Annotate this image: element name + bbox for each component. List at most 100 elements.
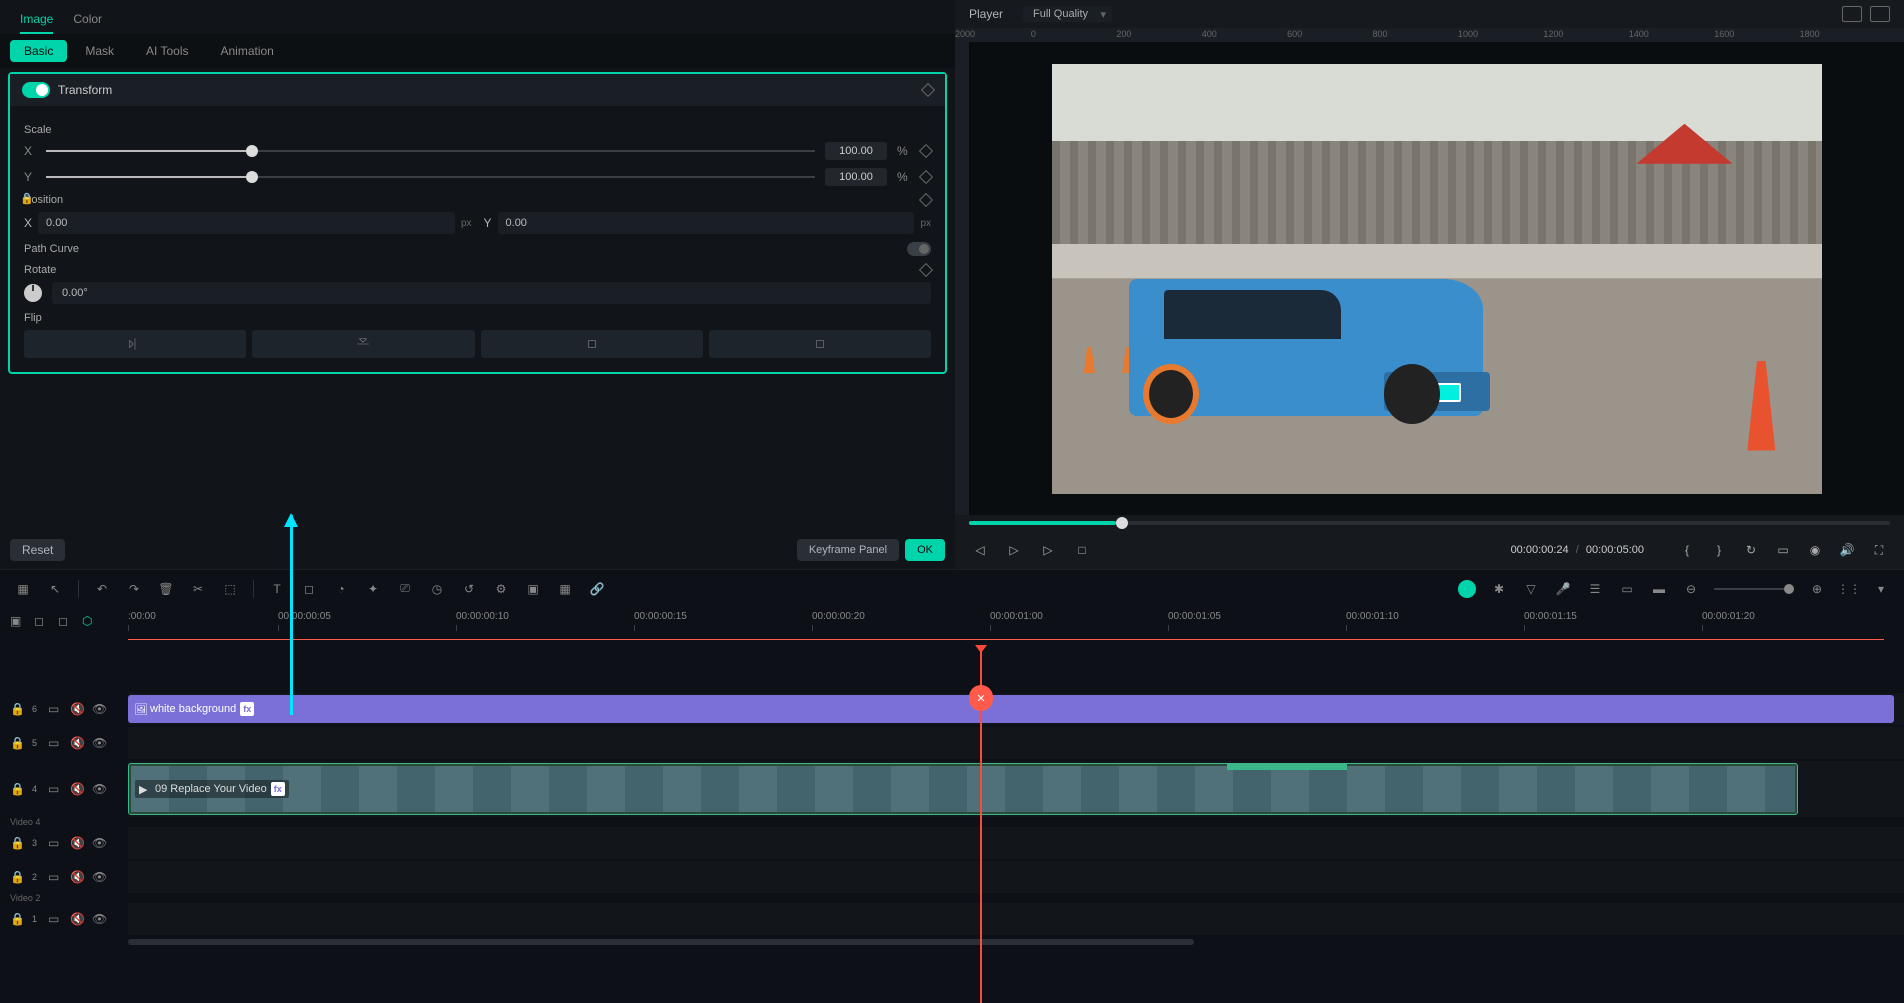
timeline-scrollbar[interactable]	[128, 937, 1904, 947]
subtab-mask[interactable]: Mask	[71, 40, 128, 62]
track-icon[interactable]: ▬	[1650, 580, 1668, 598]
adjust-icon[interactable]: ⎚	[396, 580, 414, 598]
view-options-icon[interactable]: ⋮⋮	[1840, 580, 1858, 598]
scale-x-value[interactable]: 100.00	[825, 142, 887, 160]
quality-select[interactable]: Full Quality	[1023, 6, 1112, 22]
track-settings-icon[interactable]: ▭	[48, 870, 62, 884]
track-lock-icon[interactable]: 🔒	[10, 836, 24, 850]
select-tool-icon[interactable]: ▦	[14, 580, 32, 598]
track-settings-icon[interactable]: ▭	[48, 782, 62, 796]
gear-icon[interactable]: ✱	[1490, 580, 1508, 598]
group-icon[interactable]: ▣	[524, 580, 542, 598]
scale-y-keyframe-icon[interactable]	[919, 170, 933, 184]
time-ruler[interactable]: :00:00 00:00:00:05 00:00:00:10 00:00:00:…	[128, 607, 1904, 635]
record-icon[interactable]	[1458, 580, 1476, 598]
track-visible-icon[interactable]: 👁	[92, 912, 106, 926]
scale-x-slider[interactable]	[46, 150, 815, 152]
pos-y-input[interactable]	[498, 212, 915, 234]
crop-button[interactable]: ⬚	[221, 580, 239, 598]
keyframe-icon[interactable]	[921, 83, 935, 97]
display-button[interactable]: ▭	[1772, 539, 1794, 561]
magnet-icon[interactable]: ⬡	[82, 614, 96, 628]
text-tool-icon[interactable]: T	[268, 580, 286, 598]
clip-replace-video[interactable]: ▶ 09 Replace Your Video fx	[128, 763, 1798, 815]
scale-x-keyframe-icon[interactable]	[919, 144, 933, 158]
subtab-basic[interactable]: Basic	[10, 40, 67, 62]
crop-tool-icon[interactable]: ◻	[300, 580, 318, 598]
track-lock-icon[interactable]: 🔒	[10, 736, 24, 750]
playhead[interactable]: ✕	[980, 645, 982, 1003]
track-lock-icon[interactable]: 🔒	[10, 702, 24, 716]
rotate-cw-button[interactable]	[481, 330, 703, 358]
track-settings-icon[interactable]: ▭	[48, 836, 62, 850]
marker-icon[interactable]: ▭	[1618, 580, 1636, 598]
reverse-icon[interactable]: ↺	[460, 580, 478, 598]
track-visible-icon[interactable]: 👁	[92, 836, 106, 850]
chevron-down-icon[interactable]: ▾	[1872, 580, 1890, 598]
clip-white-background[interactable]: 🖼 white background fx	[128, 695, 1894, 723]
redo-button[interactable]: ↷	[125, 580, 143, 598]
zoom-out-button[interactable]: ⊖	[1682, 580, 1700, 598]
mask-tool-icon[interactable]: ◔	[332, 580, 350, 598]
track-visible-icon[interactable]: 👁	[92, 870, 106, 884]
lock-icon[interactable]: 🔒	[20, 192, 34, 205]
mark-out-button[interactable]: }	[1708, 539, 1730, 561]
rotate-input[interactable]	[52, 282, 931, 304]
scale-y-slider[interactable]	[46, 176, 815, 178]
flip-horizontal-button[interactable]	[24, 330, 246, 358]
pos-x-input[interactable]	[38, 212, 455, 234]
flip-vertical-button[interactable]	[252, 330, 474, 358]
preview-viewport[interactable]	[969, 42, 1904, 515]
track-mute-icon[interactable]: 🔇	[70, 912, 84, 926]
cut-button[interactable]: ✂	[189, 580, 207, 598]
link-icon[interactable]: 🔗	[588, 580, 606, 598]
settings-icon[interactable]: ⚙	[492, 580, 510, 598]
track-mute-icon[interactable]: 🔇	[70, 782, 84, 796]
position-keyframe-icon[interactable]	[919, 193, 933, 207]
track-lock-icon[interactable]: 🔒	[10, 870, 24, 884]
track-settings-icon[interactable]: ▭	[48, 912, 62, 926]
track-lock-icon[interactable]: 🔒	[10, 912, 24, 926]
track-settings-icon[interactable]: ▭	[48, 702, 62, 716]
undo-button[interactable]: ↶	[93, 580, 111, 598]
effects-icon[interactable]: ✦	[364, 580, 382, 598]
delete-button[interactable]: 🗑	[157, 580, 175, 598]
playhead-marker[interactable]: ✕	[969, 685, 993, 711]
track-settings-icon[interactable]: ▭	[48, 736, 62, 750]
rotate-knob[interactable]	[24, 284, 42, 302]
expand-tracks-icon[interactable]: ▣	[10, 614, 24, 628]
scale-y-value[interactable]: 100.00	[825, 168, 887, 186]
pointer-tool-icon[interactable]: ↖	[46, 580, 64, 598]
stop-button[interactable]: □	[1071, 539, 1093, 561]
loop-button[interactable]: ↻	[1740, 539, 1762, 561]
grid-icon[interactable]	[1842, 6, 1862, 22]
list-icon[interactable]: ☰	[1586, 580, 1604, 598]
next-frame-button[interactable]: ▷	[1037, 539, 1059, 561]
ok-button[interactable]: OK	[905, 539, 945, 561]
track-lock-icon[interactable]: 🔒	[10, 782, 24, 796]
path-curve-toggle[interactable]	[907, 242, 931, 256]
mic-icon[interactable]: 🎤	[1554, 580, 1572, 598]
mute-tracks-icon[interactable]: ◻	[58, 614, 72, 628]
tab-image[interactable]: Image	[20, 8, 53, 34]
rotate-ccw-button[interactable]	[709, 330, 931, 358]
shield-icon[interactable]: ▽	[1522, 580, 1540, 598]
track-mute-icon[interactable]: 🔇	[70, 702, 84, 716]
track-mute-icon[interactable]: 🔇	[70, 836, 84, 850]
ungroup-icon[interactable]: ▦	[556, 580, 574, 598]
compare-icon[interactable]	[1870, 6, 1890, 22]
play-button[interactable]: ▷	[1003, 539, 1025, 561]
prev-frame-button[interactable]: ◁	[969, 539, 991, 561]
subtab-animation[interactable]: Animation	[206, 40, 287, 62]
zoom-in-button[interactable]: ⊕	[1808, 580, 1826, 598]
lock-tracks-icon[interactable]: ◻	[34, 614, 48, 628]
track-visible-icon[interactable]: 👁	[92, 736, 106, 750]
track-visible-icon[interactable]: 👁	[92, 782, 106, 796]
keyframe-panel-button[interactable]: Keyframe Panel	[797, 539, 899, 561]
volume-button[interactable]: 🔊	[1836, 539, 1858, 561]
fullscreen-button[interactable]: ⛶	[1868, 539, 1890, 561]
speed-icon[interactable]: ◷	[428, 580, 446, 598]
player-progress[interactable]	[969, 521, 1890, 525]
rotate-keyframe-icon[interactable]	[919, 263, 933, 277]
tab-color[interactable]: Color	[73, 8, 102, 34]
